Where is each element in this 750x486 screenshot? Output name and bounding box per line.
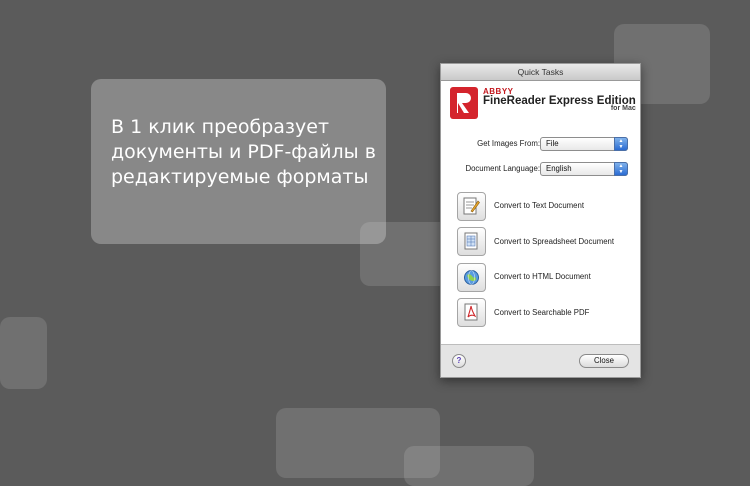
convert-spreadsheet-label[interactable]: Convert to Spreadsheet Document: [494, 237, 614, 246]
convert-pdf-label[interactable]: Convert to Searchable PDF: [494, 308, 589, 317]
document-language-value: English: [546, 164, 572, 173]
convert-pdf-button[interactable]: [457, 298, 486, 327]
up-down-arrows-icon: ▲ ▼: [614, 162, 628, 176]
pdf-icon: [464, 303, 478, 321]
promo-text: В 1 клик преобразует документы и PDF-фай…: [111, 115, 381, 190]
up-down-arrows-icon: ▲ ▼: [614, 137, 628, 151]
close-button[interactable]: Close: [579, 354, 629, 368]
promo-card: В 1 клик преобразует документы и PDF-фай…: [91, 79, 386, 244]
get-images-row: Get Images From: File ▲ ▼: [441, 137, 640, 151]
promo-line-1: В 1 клик преобразует: [111, 116, 330, 138]
convert-text-button[interactable]: [457, 192, 486, 221]
promo-line-3: редактируемые форматы: [111, 166, 369, 188]
help-button[interactable]: ?: [452, 354, 466, 368]
product-logo: ABBYY FineReader Express Edition for Mac: [441, 81, 640, 131]
quick-tasks-window: Quick Tasks ABBYY FineReader Express Edi…: [440, 63, 641, 378]
convert-html-label[interactable]: Convert to HTML Document: [494, 272, 591, 281]
text-document-icon: [463, 197, 480, 215]
promo-line-2: документы и PDF-файлы в: [111, 141, 376, 163]
get-images-select[interactable]: File ▲ ▼: [540, 137, 628, 151]
get-images-label: Get Images From:: [477, 139, 540, 148]
document-language-select[interactable]: English ▲ ▼: [540, 162, 628, 176]
window-bottom-bar: ? Close: [441, 344, 640, 377]
convert-spreadsheet-button[interactable]: [457, 227, 486, 256]
decor-square-bottom-right: [404, 446, 534, 486]
html-globe-icon: [464, 270, 479, 285]
document-language-label: Document Language:: [465, 164, 540, 173]
decor-square-left: [0, 317, 47, 389]
convert-html-button[interactable]: [457, 263, 486, 292]
spreadsheet-icon: [464, 232, 478, 250]
window-title[interactable]: Quick Tasks: [441, 64, 640, 81]
document-language-row: Document Language: English ▲ ▼: [441, 162, 640, 176]
convert-text-label[interactable]: Convert to Text Document: [494, 201, 584, 210]
abbyy-logo-icon: [450, 87, 478, 119]
get-images-value: File: [546, 139, 559, 148]
